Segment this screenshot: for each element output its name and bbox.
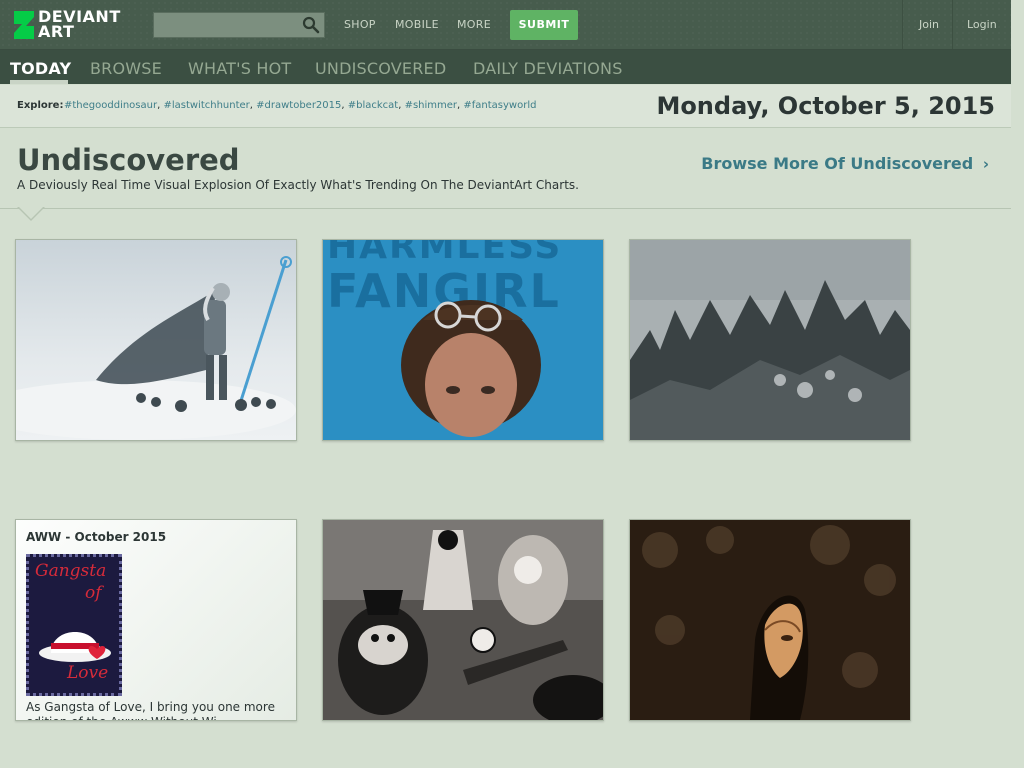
- section-header: Undiscovered A Deviously Real Time Visua…: [0, 128, 1011, 209]
- explore-tag[interactable]: #thegooddinosaur: [64, 100, 157, 111]
- explore-bar: Explore: #thegooddinosaur, #lastwitchhun…: [0, 85, 1011, 128]
- journal-stamp: Gangsta of Love: [26, 554, 122, 696]
- browse-more-link[interactable]: Browse More Of Undiscovered ›: [701, 154, 989, 173]
- divider: [902, 0, 903, 49]
- journal-excerpt: As Gangsta of Love, I bring you one more…: [26, 700, 275, 720]
- explore-tag[interactable]: #blackcat: [348, 100, 398, 111]
- logo-text-line2: ART: [38, 22, 75, 41]
- deviantart-logo[interactable]: DEVIANT ART: [14, 9, 134, 41]
- thumbnail-warrior[interactable]: [15, 239, 297, 441]
- chevron-right-icon: ›: [982, 155, 989, 173]
- journal-card[interactable]: AWW - October 2015 Gangsta of Love As Ga…: [15, 519, 297, 721]
- stamp-text: Love: [67, 663, 109, 683]
- explore-tag[interactable]: #lastwitchhunter: [163, 100, 249, 111]
- tab-daily-deviations[interactable]: DAILY DEVIATIONS: [473, 59, 623, 78]
- tab-browse[interactable]: BROWSE: [90, 59, 162, 78]
- section-title: Undiscovered: [17, 143, 240, 177]
- login-link[interactable]: Login: [967, 0, 997, 49]
- fangirl-portrait: [401, 300, 541, 437]
- browse-more-label: Browse More Of Undiscovered: [701, 154, 974, 173]
- face-artwork: [630, 520, 910, 720]
- explore-label: Explore:: [17, 100, 64, 111]
- search-box: [153, 12, 325, 38]
- submit-button[interactable]: SUBMIT: [510, 10, 578, 40]
- thumbnail-face[interactable]: [629, 519, 911, 721]
- current-date: Monday, October 5, 2015: [656, 92, 995, 120]
- hat-icon: [39, 632, 111, 662]
- section-notch-fill: [18, 206, 44, 219]
- stamp-text: Gangsta: [35, 561, 107, 581]
- journal-title: AWW - October 2015: [26, 530, 167, 544]
- active-tab-indicator: [10, 80, 68, 84]
- explore-tag[interactable]: #fantasyworld: [463, 100, 536, 111]
- search-icon[interactable]: [302, 16, 320, 34]
- tab-whats-hot[interactable]: WHAT'S HOT: [188, 59, 291, 78]
- tab-bar: TODAY BROWSE WHAT'S HOT UNDISCOVERED DAI…: [0, 50, 1011, 84]
- forest-artwork: [630, 240, 910, 440]
- top-bar: DEVIANT ART SHOP MOBILE MORE SUBMIT Join…: [0, 0, 1011, 50]
- tab-today[interactable]: TODAY: [10, 59, 71, 78]
- explore-tag[interactable]: #shimmer: [405, 100, 457, 111]
- warrior-artwork: [16, 240, 296, 440]
- join-link[interactable]: Join: [919, 0, 939, 49]
- thumbnail-cartoon[interactable]: [322, 519, 604, 721]
- deviantart-logo-icon: [14, 11, 34, 39]
- cartoon-artwork: [323, 520, 603, 720]
- nav-mobile[interactable]: MOBILE: [395, 18, 439, 31]
- nav-shop[interactable]: SHOP: [344, 18, 376, 31]
- divider: [952, 0, 953, 49]
- tab-undiscovered[interactable]: UNDISCOVERED: [315, 59, 446, 78]
- section-subtitle: A Deviously Real Time Visual Explosion O…: [17, 178, 579, 192]
- explore-tag[interactable]: #drawtober2015: [256, 100, 341, 111]
- nav-more[interactable]: MORE: [457, 18, 491, 31]
- explore-tags: #thegooddinosaur, #lastwitchhunter, #dra…: [64, 100, 537, 111]
- search-input[interactable]: [154, 13, 306, 37]
- thumbnail-fangirl[interactable]: HARMLESS FANGIRL: [322, 239, 604, 441]
- stamp-text: of: [85, 583, 102, 603]
- thumbnail-forest[interactable]: [629, 239, 911, 441]
